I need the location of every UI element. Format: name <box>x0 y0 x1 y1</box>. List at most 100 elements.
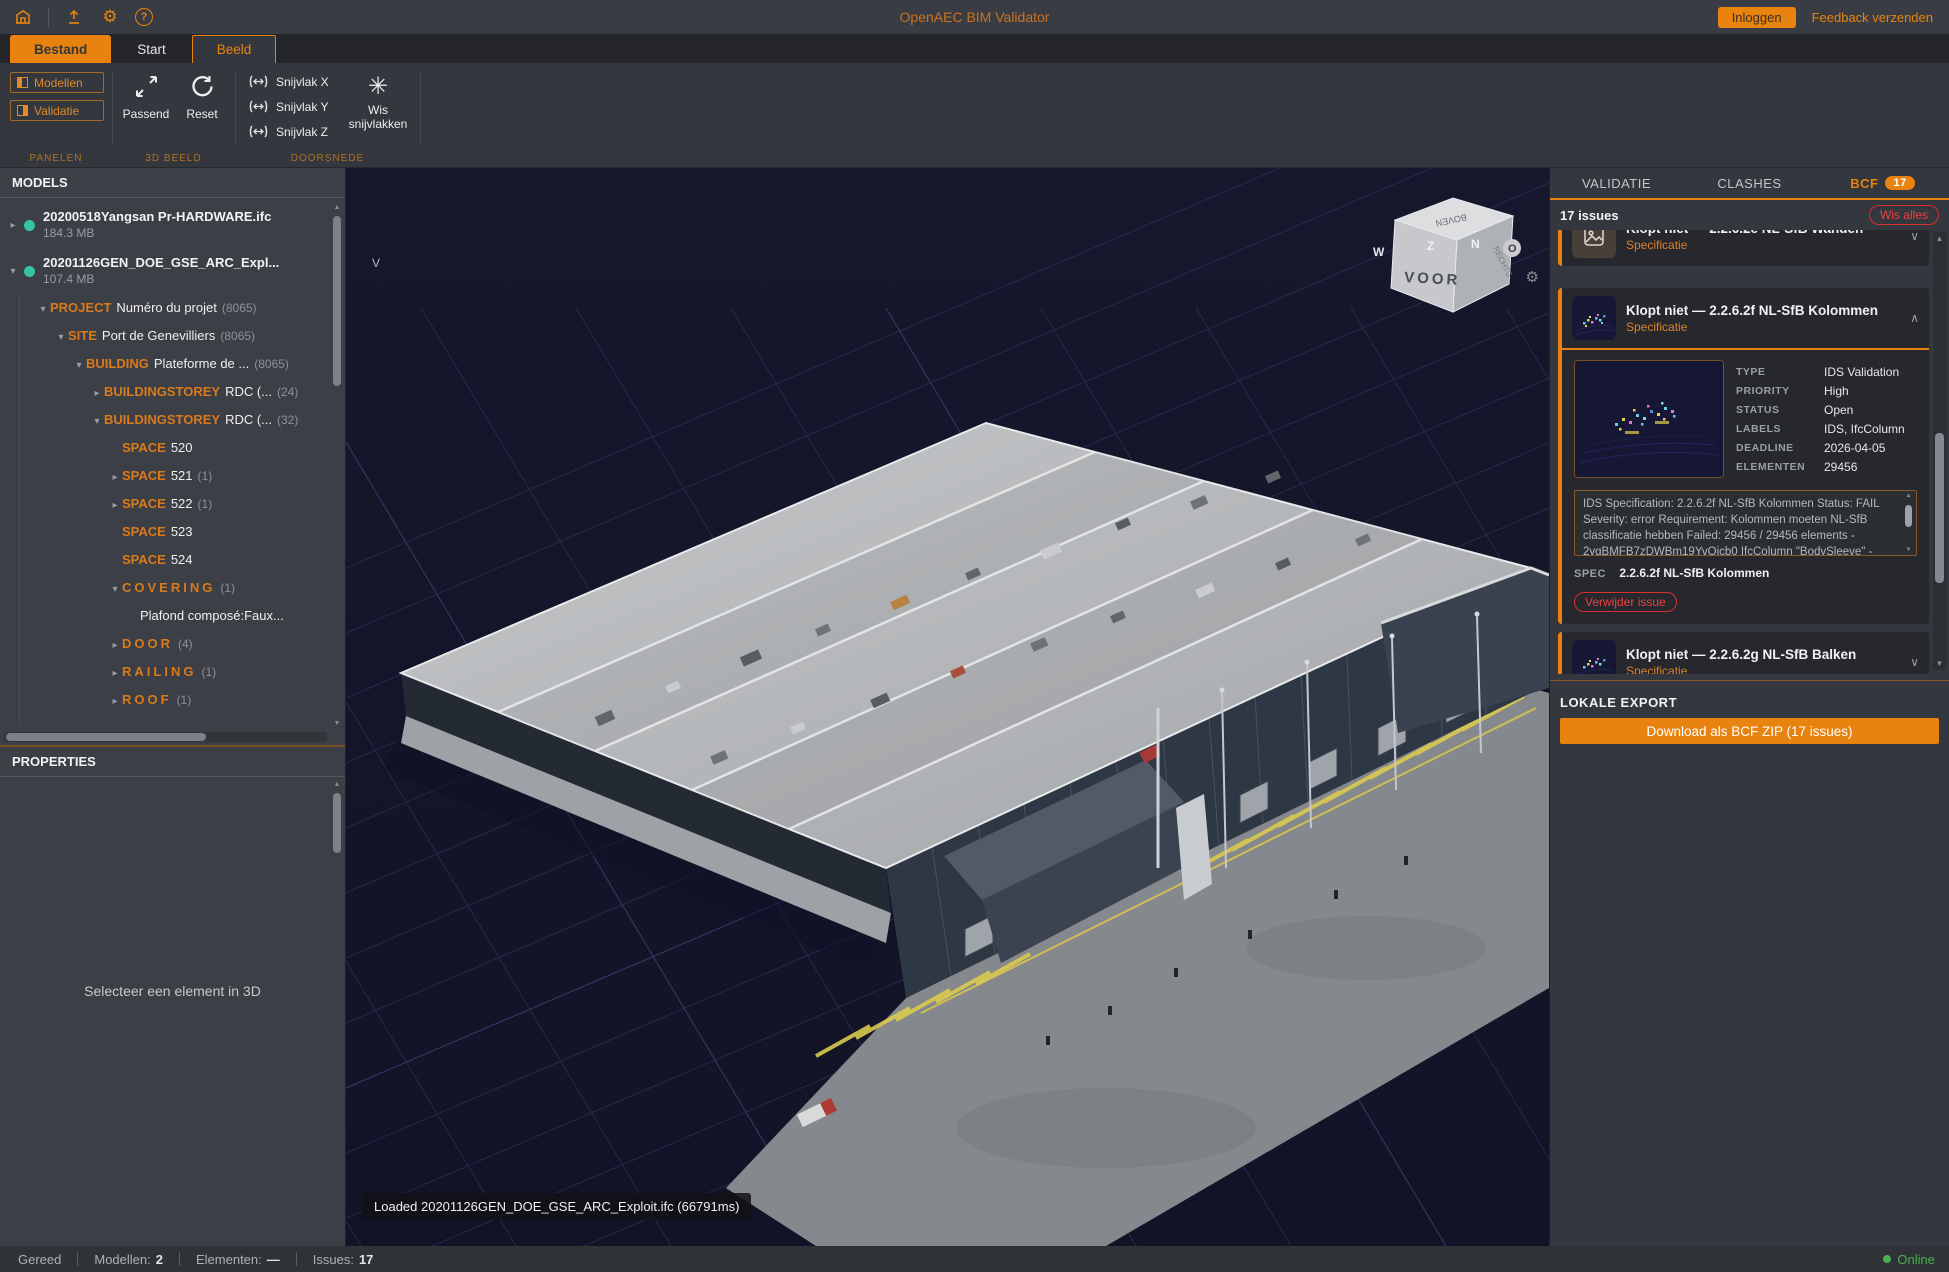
right-panel: VALIDATIE CLASHES BCF 17 17 issues Wis a… <box>1549 168 1949 1246</box>
tree-node-storey[interactable]: ▸BUILDINGSTOREYRDC (...(24) <box>0 378 345 406</box>
tree-node-covering[interactable]: ▾COVERING(1) <box>0 574 345 602</box>
3d-viewport[interactable]: V BOVEN VOOR RECHTS W Z N O ⚙ Loaded 202… <box>346 168 1549 1246</box>
navigation-cube[interactable]: BOVEN VOOR RECHTS W Z N O <box>1371 190 1531 322</box>
model-file-row[interactable]: ▸ 20200518Yangsan Pr-HARDWARE.ifc 184.3 … <box>0 202 345 248</box>
node-name: 524 <box>171 552 193 567</box>
expand-arrow[interactable]: ▾ <box>108 576 122 604</box>
tree-node-storey[interactable]: ▾BUILDINGSTOREYRDC (...(32) <box>0 406 345 434</box>
expand-arrow[interactable]: ▾ <box>36 296 50 324</box>
clear-all-button[interactable]: Wis alles <box>1869 205 1939 225</box>
upload-icon[interactable] <box>63 6 85 28</box>
tab-clashes[interactable]: CLASHES <box>1683 168 1816 198</box>
expand-arrow[interactable]: ▸ <box>108 632 122 660</box>
models-hscrollbar[interactable] <box>4 732 327 742</box>
modellen-label: Modellen <box>34 76 83 90</box>
tab-start[interactable]: Start <box>113 35 190 63</box>
tree-node-building[interactable]: ▾BUILDINGPlateforme de ...(8065) <box>0 350 345 378</box>
wis-label-2: snijvlakken <box>349 117 408 131</box>
expand-arrow[interactable]: ▸ <box>6 220 20 231</box>
expand-arrow[interactable]: ▾ <box>72 352 86 380</box>
node-count: (1) <box>201 665 216 679</box>
feedback-link[interactable]: Feedback verzenden <box>1812 10 1933 25</box>
right-panel-tabs: VALIDATIE CLASHES BCF 17 <box>1550 168 1949 200</box>
expand-arrow[interactable]: ▾ <box>6 266 20 277</box>
issues-scrollbar[interactable]: ▲ ▼ <box>1933 232 1946 670</box>
tree-node-space[interactable]: ▸SPACE521(1) <box>0 462 345 490</box>
tab-bestand[interactable]: Bestand <box>10 35 111 63</box>
scroll-down-icon[interactable]: ▼ <box>1903 547 1914 553</box>
snijvlak-y-button[interactable]: Snijvlak Y <box>249 94 329 119</box>
app-window: ⚙ ? OpenAEC BIM Validator Inloggen Feedb… <box>0 0 1949 1272</box>
wis-snijvlakken-button[interactable]: ✳ Wis snijvlakken <box>343 75 413 131</box>
scroll-up-icon[interactable]: ▲ <box>331 781 343 788</box>
tab-beeld[interactable]: Beeld <box>192 35 277 63</box>
description-scrollbar[interactable]: ▲ ▼ <box>1903 493 1914 553</box>
scroll-up-icon[interactable]: ▲ <box>1903 493 1914 499</box>
validatie-panel-button[interactable]: Validatie <box>10 100 104 121</box>
scrollbar-thumb[interactable] <box>333 216 341 386</box>
tree-node-element[interactable]: Plafond composé:Faux... <box>0 602 345 630</box>
login-button[interactable]: Inloggen <box>1718 7 1796 28</box>
viewport-settings-gear-icon[interactable]: ⚙ <box>1526 268 1539 286</box>
scrollbar-thumb[interactable] <box>6 733 206 741</box>
scroll-up-icon[interactable]: ▲ <box>1933 234 1946 243</box>
tab-validatie[interactable]: VALIDATIE <box>1550 168 1683 198</box>
properties-scrollbar[interactable]: ▲ <box>331 781 343 1238</box>
issue-card[interactable]: Klopt niet — 2.2.6.2e NL-SfB Wanden Spec… <box>1558 230 1929 266</box>
node-type: BUILDINGSTOREY <box>104 384 220 399</box>
download-bcf-button[interactable]: Download als BCF ZIP (17 issues) <box>1560 718 1939 744</box>
chevron-down-icon[interactable]: ∨ <box>1910 230 1919 243</box>
tree-node-space[interactable]: SPACE520 <box>0 434 345 462</box>
modellen-panel-button[interactable]: Modellen <box>10 72 104 93</box>
chevron-up-icon[interactable]: ∧ <box>1910 311 1919 325</box>
model-file-row[interactable]: ▾ 20201126GEN_DOE_GSE_ARC_Expl... 107.4 … <box>0 248 345 294</box>
expand-arrow[interactable]: ▸ <box>108 660 122 688</box>
node-count: (1) <box>220 581 235 595</box>
status-models-label: Modellen: <box>94 1252 150 1267</box>
issue-snapshot[interactable] <box>1574 360 1724 478</box>
scroll-down-icon[interactable]: ▼ <box>1933 659 1946 668</box>
scroll-down-icon[interactable]: ▼ <box>331 720 343 727</box>
tree-node-door[interactable]: ▸DOOR(4) <box>0 630 345 658</box>
tree-node-site[interactable]: ▾SITEPort de Genevilliers(8065) <box>0 322 345 350</box>
snijvlak-z-button[interactable]: Snijvlak Z <box>249 119 329 144</box>
home-building-icon[interactable] <box>12 6 34 28</box>
help-icon[interactable]: ? <box>135 8 153 26</box>
expand-arrow[interactable]: ▸ <box>90 380 104 408</box>
scrollbar-thumb[interactable] <box>1905 505 1912 527</box>
compass-south[interactable]: Z <box>1427 239 1434 253</box>
tree-node-railing[interactable]: ▸RAILING(1) <box>0 658 345 686</box>
issue-card[interactable]: Klopt niet — 2.2.6.2g NL-SfB Balken Spec… <box>1558 632 1929 674</box>
compass-north[interactable]: N <box>1471 237 1480 251</box>
models-scrollbar[interactable]: ▲ ▼ <box>331 204 343 727</box>
tree-node-space[interactable]: ▸SPACE522(1) <box>0 490 345 518</box>
tree-node-project[interactable]: ▾PROJECTNuméro du projet(8065) <box>0 294 345 322</box>
expand-arrow[interactable]: ▸ <box>108 492 122 520</box>
scroll-up-icon[interactable]: ▲ <box>331 204 343 211</box>
snijvlak-x-button[interactable]: Snijvlak X <box>249 69 329 94</box>
expand-arrow[interactable]: ▸ <box>108 688 122 716</box>
delete-issue-button[interactable]: Verwijder issue <box>1574 592 1677 612</box>
chevron-down-icon[interactable]: ∨ <box>1910 655 1919 669</box>
gear-icon[interactable]: ⚙ <box>99 6 121 28</box>
reset-button[interactable]: Reset <box>176 73 228 121</box>
issue-description-box[interactable]: IDS Specification: 2.2.6.2f NL-SfB Kolom… <box>1574 490 1917 556</box>
node-count: (24) <box>277 385 298 399</box>
expand-arrow[interactable]: ▸ <box>108 464 122 492</box>
issue-card-expanded[interactable]: Klopt niet — 2.2.6.2f NL-SfB Kolommen Sp… <box>1558 288 1929 624</box>
expand-arrow[interactable]: ▾ <box>54 324 68 352</box>
issue-description: IDS Specification: 2.2.6.2f NL-SfB Kolom… <box>1583 496 1898 556</box>
passend-button[interactable]: Passend <box>120 73 172 121</box>
tree-node-roof[interactable]: ▸ROOF(1) <box>0 686 345 714</box>
compass-west[interactable]: W <box>1373 245 1385 259</box>
compass-east[interactable]: O <box>1508 243 1517 255</box>
expand-arrow[interactable]: ▾ <box>90 408 104 436</box>
scrollbar-thumb[interactable] <box>333 793 341 853</box>
clip-plane-icon <box>249 75 268 88</box>
tree-node-space[interactable]: SPACE523 <box>0 518 345 546</box>
tree-node-space[interactable]: SPACE524 <box>0 546 345 574</box>
node-name: Plateforme de ... <box>154 356 249 371</box>
3d-scene <box>346 168 1549 1246</box>
scrollbar-thumb[interactable] <box>1935 433 1944 583</box>
tab-bcf[interactable]: BCF 17 <box>1816 168 1949 198</box>
